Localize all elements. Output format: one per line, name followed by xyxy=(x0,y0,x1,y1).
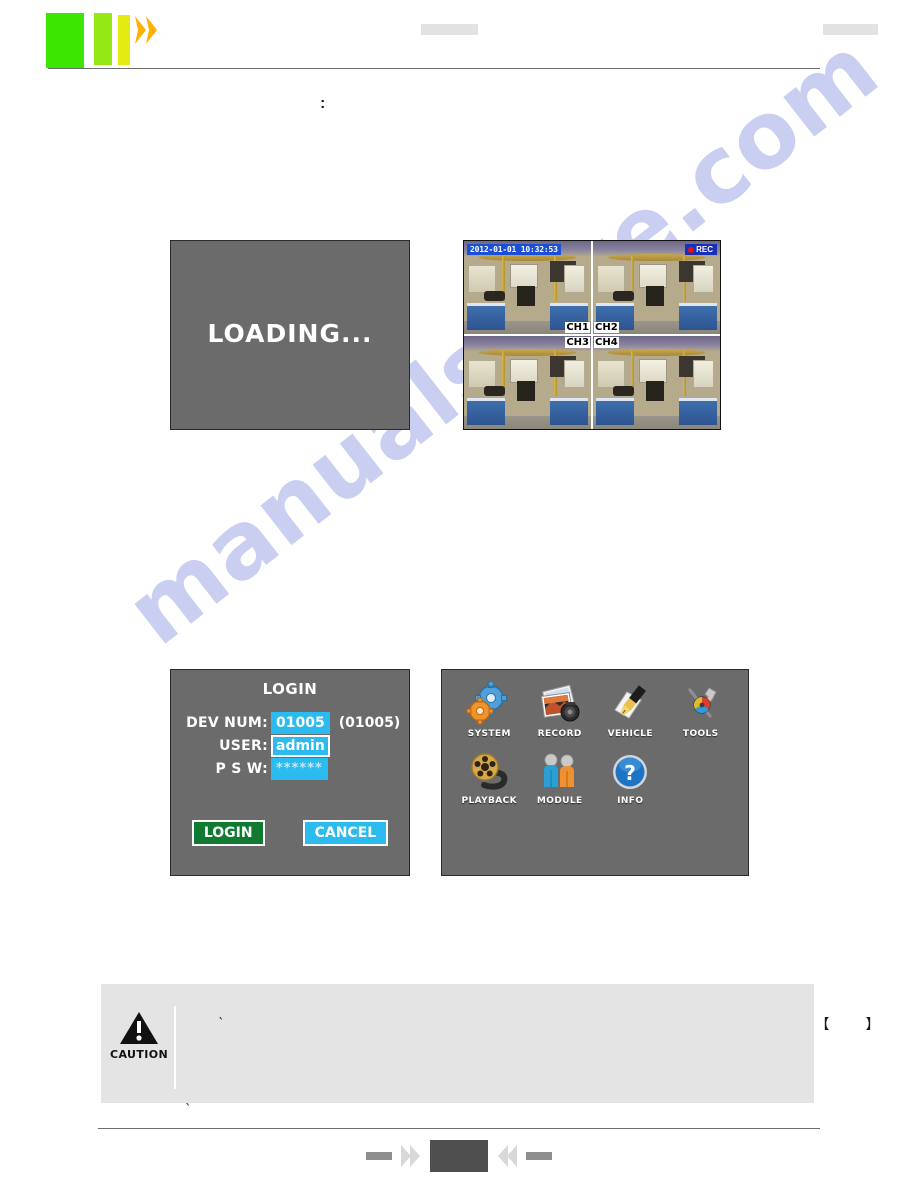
main-menu-screen: SYSTEM RECORD VEHICLE TOOLS PLAYBACK MOD… xyxy=(441,669,749,876)
camera-cell-ch1[interactable]: 2012-01-01 10:32:53 CH1 xyxy=(464,241,591,334)
svg-text:?: ? xyxy=(624,761,636,785)
login-fields: DEV NUM: 01005 (01005) USER: admin P S W… xyxy=(171,712,409,781)
pen-document-icon xyxy=(614,685,647,719)
logo-bar-green xyxy=(46,13,84,68)
gears-icon xyxy=(466,682,508,725)
camera-image xyxy=(593,336,720,429)
channel-label-ch2: CH2 xyxy=(594,322,619,333)
dev-num-input[interactable]: 01005 xyxy=(271,712,330,734)
channel-label-ch1: CH1 xyxy=(565,322,590,333)
footer-dash-left xyxy=(366,1152,392,1160)
caution-label: CAUTION xyxy=(110,1048,169,1061)
menu-item-info[interactable]: ? INFO xyxy=(595,749,666,806)
company-logo xyxy=(46,10,158,68)
caution-bracket-mark: 【】 xyxy=(411,998,916,1052)
rec-label: REC xyxy=(696,245,713,254)
menu-label-playback: PLAYBACK xyxy=(461,796,518,806)
menu-label-system: SYSTEM xyxy=(467,729,511,739)
page-header xyxy=(0,0,918,72)
menu-item-vehicle[interactable]: VEHICLE xyxy=(595,682,666,739)
caution-line-1: ` 【】 xyxy=(185,998,879,1070)
psw-input[interactable]: ****** xyxy=(271,758,328,780)
menu-label-tools: TOOLS xyxy=(682,729,719,739)
caution-body: ` 【】 ` xyxy=(185,998,880,1120)
bracket-open: 【 xyxy=(815,1017,866,1033)
psw-label: P S W: xyxy=(215,761,268,777)
login-row-dev-num: DEV NUM: 01005 (01005) xyxy=(171,712,409,734)
bracket-close: 】 xyxy=(865,1017,916,1033)
user-label: USER: xyxy=(219,738,268,754)
logo-bar-yellow xyxy=(118,15,130,65)
menu-label-info: INFO xyxy=(617,796,644,806)
warning-triangle-icon xyxy=(120,1012,158,1044)
wrench-screwdriver-icon xyxy=(688,687,717,718)
loading-label: LOADING... xyxy=(207,319,373,348)
dev-num-label: DEV NUM: xyxy=(186,715,268,731)
logo-chevron-icon xyxy=(146,16,157,44)
loading-screen: LOADING... xyxy=(170,240,410,430)
question-mark-icon: ? xyxy=(613,755,648,789)
menu-item-record[interactable]: RECORD xyxy=(525,682,596,739)
camera-cell-ch4[interactable]: CH4 xyxy=(593,336,720,429)
camera-image xyxy=(464,336,591,429)
main-menu-grid: SYSTEM RECORD VEHICLE TOOLS PLAYBACK MOD… xyxy=(454,682,736,806)
caution-icon-group: CAUTION xyxy=(110,1010,168,1061)
film-reel-icon xyxy=(471,753,508,790)
login-dialog-screen: LOGIN DEV NUM: 01005 (01005) USER: admin… xyxy=(170,669,410,876)
timestamp-overlay: 2012-01-01 10:32:53 xyxy=(467,244,561,255)
dev-num-hint: (01005) xyxy=(338,715,401,731)
logo-bar-yellow-green xyxy=(94,13,112,65)
menu-item-system[interactable]: SYSTEM xyxy=(454,682,525,739)
menu-item-tools[interactable]: TOOLS xyxy=(666,682,737,739)
footer-dash-right xyxy=(526,1152,552,1160)
rec-dot-icon xyxy=(688,246,695,253)
user-input[interactable]: admin xyxy=(271,735,330,757)
footer-page-block xyxy=(430,1140,488,1172)
camera-cell-ch2[interactable]: REC CH2 xyxy=(593,241,720,334)
rec-indicator: REC xyxy=(685,244,717,255)
two-people-icon xyxy=(543,753,574,787)
login-title: LOGIN xyxy=(262,680,318,698)
channel-label-ch3: CH3 xyxy=(565,337,590,348)
document-page: : manualshive.com LOADING... xyxy=(0,0,918,1188)
quad-grid: 2012-01-01 10:32:53 CH1 REC CH2 CH3 CH4 xyxy=(464,241,720,429)
caution-line-1-text: ` xyxy=(218,1017,225,1032)
prev-page-arrow-icon[interactable] xyxy=(496,1143,518,1169)
caution-box: CAUTION ` 【】 ` xyxy=(101,984,880,1118)
login-row-user: USER: admin xyxy=(171,735,409,757)
channel-label-ch4: CH4 xyxy=(594,337,619,348)
menu-label-vehicle: VEHICLE xyxy=(607,729,653,739)
next-page-arrow-icon[interactable] xyxy=(400,1143,422,1169)
header-divider xyxy=(48,68,820,69)
live-view-quad-screen: 2012-01-01 10:32:53 CH1 REC CH2 CH3 CH4 xyxy=(463,240,721,430)
login-actions: LOGIN CANCEL xyxy=(171,820,409,846)
menu-item-playback[interactable]: PLAYBACK xyxy=(454,749,525,806)
camera-cell-ch3[interactable]: CH3 xyxy=(464,336,591,429)
menu-label-record: RECORD xyxy=(537,729,582,739)
menu-item-module[interactable]: MODULE xyxy=(525,749,596,806)
login-row-psw: P S W: ****** xyxy=(171,758,409,780)
header-redaction-bar xyxy=(823,24,878,35)
login-button[interactable]: LOGIN xyxy=(191,820,265,846)
footer-divider xyxy=(98,1128,820,1129)
photos-camera-icon xyxy=(540,684,580,722)
caution-divider xyxy=(174,1006,176,1089)
menu-label-module: MODULE xyxy=(536,796,583,806)
cancel-button[interactable]: CANCEL xyxy=(302,820,389,846)
header-redaction-bar xyxy=(421,24,478,35)
footer-navigation xyxy=(0,1140,918,1172)
caution-line-2: ` xyxy=(185,1103,192,1118)
body-colon-mark: : xyxy=(320,95,326,112)
